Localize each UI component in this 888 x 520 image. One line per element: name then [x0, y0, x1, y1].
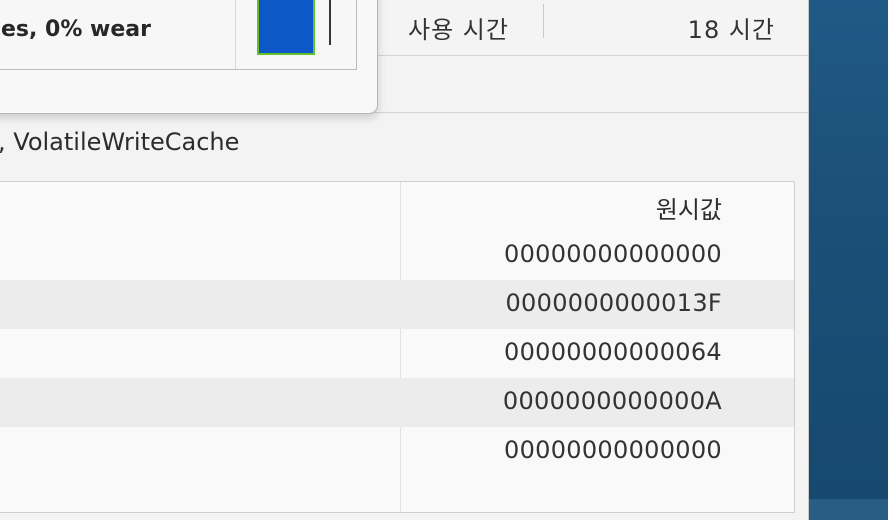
wear-status-text: es, 0% wear — [1, 17, 151, 42]
supported-features-text: , VolatileWriteCache — [0, 128, 240, 156]
table-row[interactable]: 0000000000000A — [0, 378, 794, 427]
table-row[interactable]: 00000000000000 — [0, 231, 794, 280]
raw-value-cell: 00000000000064 — [504, 338, 722, 366]
smart-attributes-table[interactable]: 원시값 00000000000000 0000000000013F 000000… — [0, 181, 795, 513]
table-row[interactable]: 0000000000013F — [0, 280, 794, 329]
raw-value-cell: 0000000000000A — [502, 387, 722, 415]
raw-value-column-header[interactable]: 원시값 — [656, 190, 722, 225]
health-bar — [257, 0, 315, 55]
health-info-panel: es, 0% wear — [0, 0, 357, 70]
health-popup: es, 0% wear — [0, 0, 378, 114]
desktop-background — [798, 0, 888, 499]
table-row[interactable]: 00000000000000 — [0, 427, 794, 476]
table-row[interactable]: 00000000000064 — [0, 329, 794, 378]
summary-divider — [543, 4, 544, 38]
raw-value-cell: 0000000000013F — [505, 289, 722, 317]
power-on-hours-label: 사용 시간 — [408, 16, 509, 44]
power-on-hours-value: 18 시간 — [687, 16, 775, 44]
raw-value-cell: 00000000000000 — [504, 436, 722, 464]
bar-marker — [329, 0, 331, 45]
panel-separator — [235, 0, 236, 69]
raw-value-cell: 00000000000000 — [504, 240, 722, 268]
